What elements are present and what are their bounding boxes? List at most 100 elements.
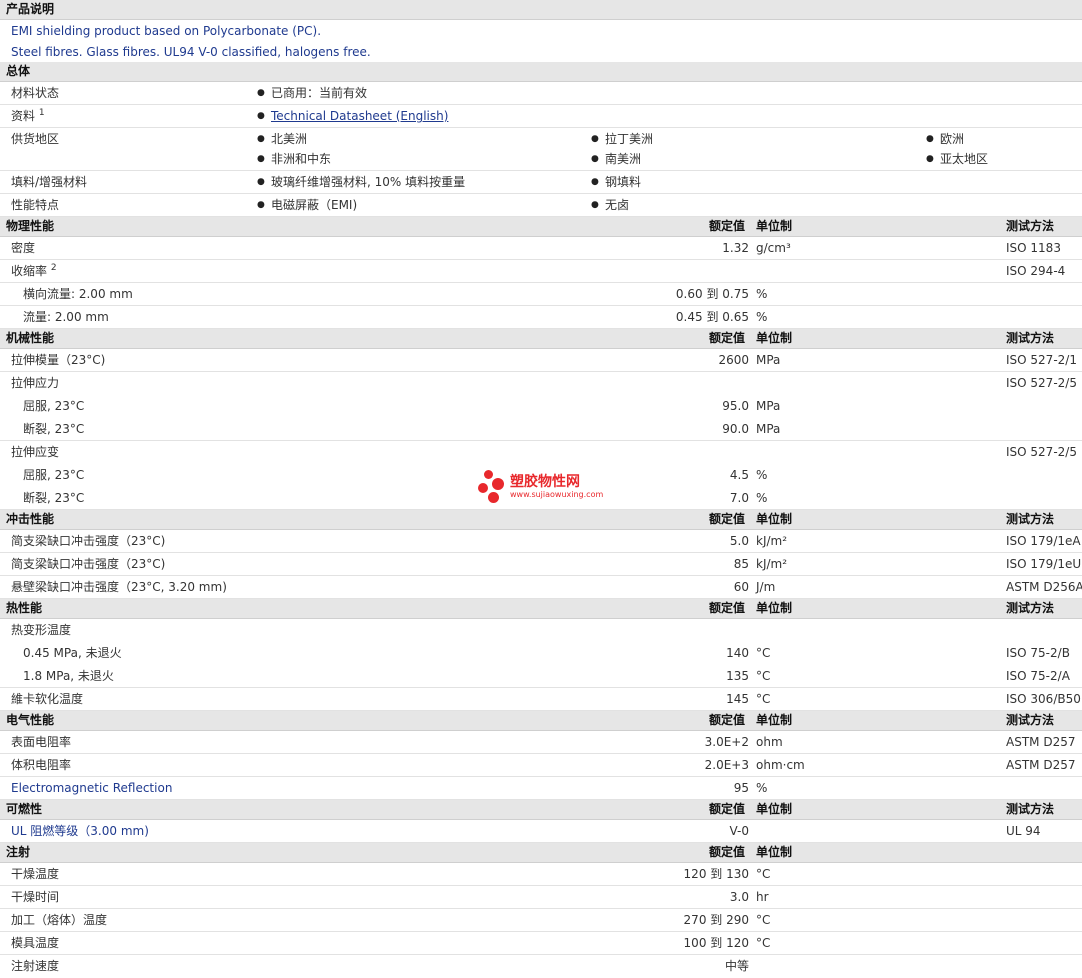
technical-datasheet-link[interactable]: Technical Datasheet (English) — [271, 109, 448, 123]
property-label: 屈服, 23°C — [23, 399, 85, 413]
property-label: 模具温度 — [11, 936, 60, 950]
header-value: 额定值 — [709, 601, 746, 615]
property-value: 中等 — [724, 959, 749, 973]
section-title: 物理性能 — [6, 219, 55, 233]
property-row-mold-temp: 模具温度 100 到 120 °C — [0, 932, 1082, 955]
property-unit: °C — [756, 867, 771, 881]
property-unit: °C — [756, 692, 771, 706]
property-unit: °C — [756, 913, 771, 927]
property-unit: ohm·cm — [756, 758, 805, 772]
watermark-title: 塑胶物性网 — [510, 474, 580, 490]
logo-dot — [488, 492, 499, 503]
property-row-izod-notched: 悬壁梁缺口冲击强度（23°C, 3.20 mm) 60 J/m ASTM D25… — [0, 576, 1082, 599]
section-flammability: 可燃性 额定值 单位制 测试方法 — [0, 800, 1082, 820]
property-row-volume-resistivity: 体积电阻率 2.0E+3 ohm·cm ASTM D257 — [0, 754, 1082, 777]
header-method: 测试方法 — [1006, 601, 1055, 615]
header-unit: 单位制 — [756, 845, 793, 859]
property-value: 140 — [726, 646, 749, 660]
header-method: 测试方法 — [1006, 512, 1055, 526]
features-label: 性能特点 — [11, 198, 60, 212]
section-title: 注射 — [6, 845, 31, 859]
region-item: 非洲和中东 — [257, 152, 331, 167]
property-unit: kJ/m² — [756, 534, 788, 548]
filler-label: 填料/增强材料 — [11, 175, 88, 189]
section-title: 可燃性 — [6, 802, 43, 816]
section-title: 热性能 — [6, 601, 43, 615]
property-label: Electromagnetic Reflection — [11, 781, 173, 795]
property-row-charpy-notched: 简支梁缺口冲击强度（23°C) 5.0 kJ/m² ISO 179/1eA — [0, 530, 1082, 553]
property-label: 維卡软化温度 — [11, 692, 84, 706]
property-label: 干燥时间 — [11, 890, 60, 904]
logo-dot — [484, 470, 493, 479]
property-method: ISO 294-4 — [1006, 264, 1066, 278]
property-value: 2.0E+3 — [704, 758, 749, 772]
property-unit: kJ/m² — [756, 557, 788, 571]
header-unit: 单位制 — [756, 512, 793, 526]
supply-regions-row: 供货地区 北美洲 拉丁美洲 欧洲 非洲和中东 南美洲 亚太地区 — [0, 128, 1082, 171]
property-value: 145 — [726, 692, 749, 706]
property-row-hdt-18: 1.8 MPa, 未退火 135 °C ISO 75-2/A — [0, 665, 1082, 688]
filler-item: 钢填料 — [591, 175, 641, 190]
property-unit: % — [756, 287, 768, 301]
header-value: 额定值 — [709, 802, 746, 816]
property-row-vicat: 維卡软化温度 145 °C ISO 306/B50 — [0, 688, 1082, 711]
property-label: 热变形温度 — [11, 623, 72, 637]
property-row-tensile-modulus: 拉伸模量（23°C) 2600 MPa ISO 527-2/1 — [0, 349, 1082, 372]
property-value: 5.0 — [729, 534, 749, 548]
property-row-tensile-stress-yield: 屈服, 23°C 95.0 MPa — [0, 395, 1082, 418]
header-method: 测试方法 — [1006, 802, 1055, 816]
section-electrical: 电气性能 额定值 单位制 测试方法 — [0, 711, 1082, 731]
region-item: 北美洲 — [257, 132, 307, 147]
section-impact: 冲击性能 额定值 单位制 测试方法 — [0, 510, 1082, 530]
property-method: ISO 75-2/A — [1006, 669, 1070, 683]
property-label: 密度 — [11, 241, 36, 255]
header-unit: 单位制 — [756, 713, 793, 727]
property-label: 干燥温度 — [11, 867, 60, 881]
section-thermal: 热性能 额定值 单位制 测试方法 — [0, 599, 1082, 619]
property-row-drying-time: 干燥时间 3.0 hr — [0, 886, 1082, 909]
property-label: 1.8 MPa, 未退火 — [23, 669, 114, 683]
property-row-surface-resistivity: 表面电阻率 3.0E+2 ohm ASTM D257 — [0, 731, 1082, 754]
property-method: ISO 527-2/5 — [1006, 445, 1077, 459]
property-value: 270 到 290 — [683, 913, 749, 927]
property-label: 加工（熔体）温度 — [11, 913, 108, 927]
property-unit: % — [756, 310, 768, 324]
property-row-injection-speed: 注射速度 中等 — [0, 955, 1082, 978]
section-physical: 物理性能 额定值 单位制 测试方法 — [0, 217, 1082, 237]
watermark-logo: 塑胶物性网 www.sujiaowuxing.com — [478, 468, 618, 508]
property-label: 收缩率 2 — [11, 263, 57, 279]
filler-row: 填料/增强材料 玻璃纤维增强材料, 10% 填料按重量 钢填料 — [0, 171, 1082, 194]
property-method: ASTM D257 — [1006, 758, 1076, 772]
property-unit: ohm — [756, 735, 783, 749]
documents-label: 资料 1 — [11, 108, 45, 124]
documents-row: 资料 1 Technical Datasheet (English) — [0, 105, 1082, 128]
property-row-hdt: 热变形温度 — [0, 619, 1082, 642]
property-label: 体积电阻率 — [11, 758, 72, 772]
property-value: 3.0 — [729, 890, 749, 904]
property-value: 4.5 — [729, 468, 749, 482]
property-value: 0.60 到 0.75 — [675, 287, 749, 301]
property-value: 3.0E+2 — [704, 735, 749, 749]
property-value: 60 — [733, 580, 749, 594]
property-row-em-reflection: Electromagnetic Reflection 95 % — [0, 777, 1082, 800]
property-label: 流量: 2.00 mm — [23, 310, 109, 324]
section-injection: 注射 额定值 单位制 — [0, 843, 1082, 863]
property-unit: % — [756, 781, 768, 795]
property-row-charpy-unnotched: 简支梁缺口冲击强度（23°C) 85 kJ/m² ISO 179/1eU — [0, 553, 1082, 576]
header-unit: 单位制 — [756, 331, 793, 345]
logo-dot — [478, 483, 488, 493]
property-method: ISO 306/B50 — [1006, 692, 1081, 706]
property-value: 90.0 — [722, 422, 749, 436]
property-method: ASTM D257 — [1006, 735, 1076, 749]
property-value: V-0 — [729, 824, 749, 838]
property-label: 拉伸应变 — [11, 445, 60, 459]
property-value: 85 — [733, 557, 749, 571]
feature-item: 无卤 — [591, 198, 629, 213]
section-product-description: 产品说明 — [0, 0, 1082, 20]
header-value: 额定值 — [709, 331, 746, 345]
watermark-url: www.sujiaowuxing.com — [510, 490, 604, 499]
section-general: 总体 — [0, 62, 1082, 82]
supply-regions-label: 供货地区 — [11, 132, 60, 146]
material-status-label: 材料状态 — [11, 86, 60, 100]
header-unit: 单位制 — [756, 219, 793, 233]
